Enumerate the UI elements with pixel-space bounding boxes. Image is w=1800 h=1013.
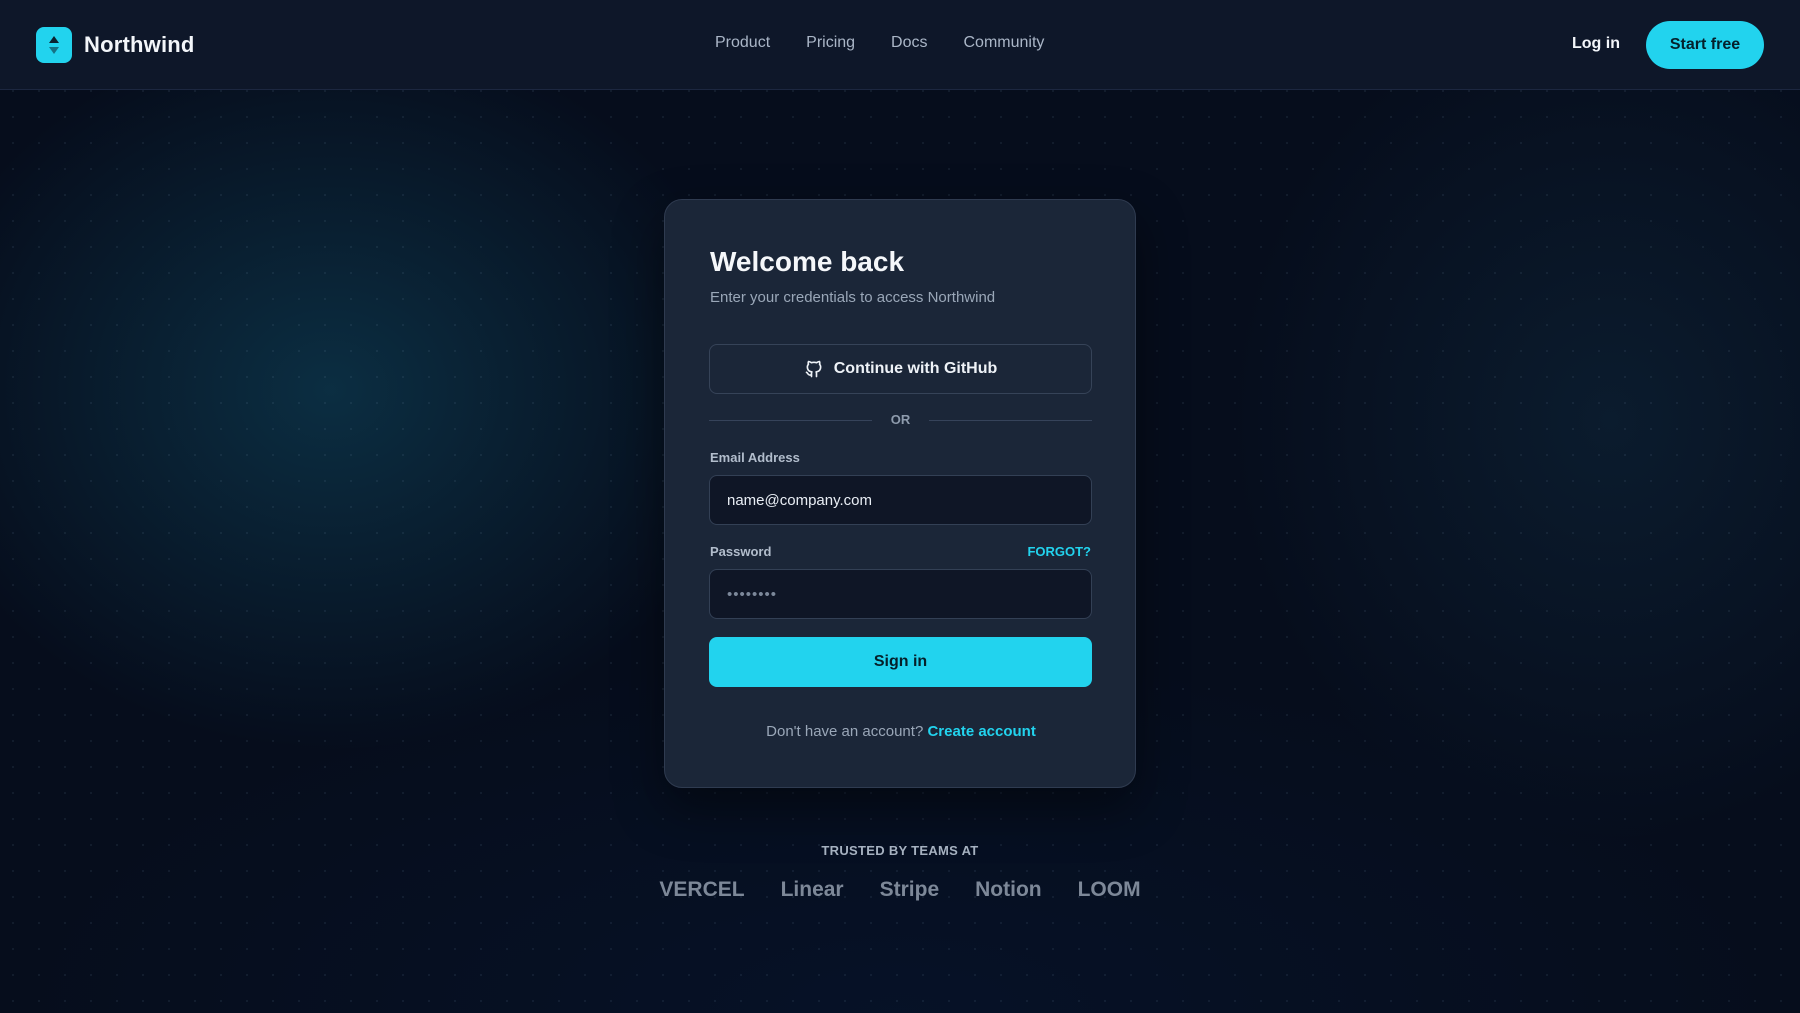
- no-account-text: Don't have an account?: [766, 723, 924, 740]
- github-button-label: Continue with GitHub: [833, 360, 998, 377]
- email-label: Email Address: [710, 450, 800, 465]
- password-input[interactable]: [709, 569, 1092, 619]
- logo-stripe: Stripe: [879, 878, 940, 901]
- logo-vercel: VERCEL: [659, 878, 745, 901]
- signup-prompt: Don't have an account? Create account: [665, 723, 1137, 740]
- create-account-link[interactable]: Create account: [927, 723, 1035, 740]
- nav-link-pricing[interactable]: Pricing: [806, 34, 855, 52]
- start-free-button[interactable]: Start free: [1646, 21, 1764, 69]
- nav-link-community[interactable]: Community: [964, 34, 1045, 52]
- nav-link-product[interactable]: Product: [715, 34, 770, 52]
- logo-notion: Notion: [975, 878, 1042, 901]
- forgot-password-link[interactable]: FORGOT?: [1027, 544, 1091, 559]
- or-divider: OR: [709, 412, 1092, 430]
- divider-line-right: [929, 420, 1092, 421]
- password-label: Password: [710, 544, 772, 559]
- top-navigation: Northwind Product Pricing Docs Community…: [0, 0, 1800, 90]
- github-icon: [805, 360, 822, 378]
- card-title: Welcome back: [710, 246, 905, 277]
- trusted-heading: TRUSTED BY TEAMS AT: [821, 843, 979, 858]
- login-card: Welcome back Enter your credentials to a…: [664, 199, 1136, 788]
- login-link[interactable]: Log in: [1572, 35, 1620, 53]
- nav-links: Product Pricing Docs Community: [715, 34, 1080, 52]
- card-subtitle: Enter your credentials to access Northwi…: [710, 289, 996, 306]
- customer-logos: VERCEL Linear Stripe Notion LOOM: [0, 878, 1800, 902]
- sign-in-button[interactable]: Sign in: [709, 637, 1092, 687]
- brand[interactable]: Northwind: [36, 27, 195, 63]
- logo-loom: LOOM: [1077, 878, 1141, 901]
- email-input[interactable]: [709, 475, 1092, 525]
- up-down-arrows-icon: [36, 27, 72, 63]
- brand-name: Northwind: [84, 32, 195, 57]
- nav-link-docs[interactable]: Docs: [891, 34, 927, 52]
- logo-linear: Linear: [780, 878, 844, 901]
- github-button[interactable]: Continue with GitHub: [709, 344, 1092, 394]
